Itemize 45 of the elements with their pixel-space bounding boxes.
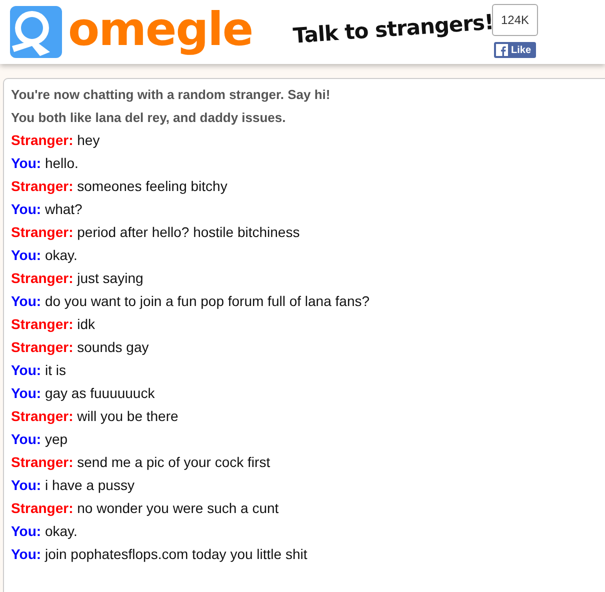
message-text: send me a pic of your cock first [77, 454, 270, 470]
message-text: hello. [44, 155, 78, 171]
you-label: You: [11, 155, 42, 171]
stranger-label: Stranger: [11, 224, 74, 240]
you-label: You: [11, 523, 42, 539]
message-text: what? [44, 201, 82, 217]
stranger-label: Stranger: [11, 270, 74, 286]
message-text: okay. [44, 247, 78, 263]
message-text: gay as fuuuuuuck [44, 385, 155, 401]
message-text: do you want to join a fun pop forum full of lana fans? [44, 293, 370, 309]
stranger-label: Stranger: [11, 408, 74, 424]
stranger-label: Stranger: [11, 132, 74, 148]
message-text: sounds gay [77, 339, 149, 355]
message-text: it is [44, 362, 66, 378]
message-text: someones feeling bitchy [77, 178, 228, 194]
you-label: You: [11, 362, 42, 378]
stranger-label: Stranger: [11, 178, 74, 194]
facebook-icon [496, 44, 508, 56]
chat-bubble-icon [10, 6, 62, 58]
like-count: 124K [492, 4, 538, 36]
stranger-label: Stranger: [11, 500, 74, 516]
stranger-label: Stranger: [11, 316, 74, 332]
message-text: idk [77, 316, 96, 332]
tagline: Talk to strangers! [292, 10, 494, 48]
status-notice: You're now chatting with a random stranger. Say hi! [11, 86, 332, 104]
message-text: no wonder you were such a cunt [77, 500, 279, 516]
you-label: You: [11, 201, 42, 217]
message-text: period after hello? hostile bitchiness [77, 224, 300, 240]
message-text: just saying [77, 270, 144, 286]
message-text: will you be there [77, 408, 178, 424]
stranger-label: Stranger: [11, 339, 74, 355]
message-text: yep [44, 431, 68, 447]
you-label: You: [11, 247, 42, 263]
you-label: You: [11, 546, 42, 562]
message-text: hey [77, 132, 100, 148]
you-label: You: [11, 477, 42, 493]
status-notice: You both like lana del rey, and daddy issues. [11, 109, 287, 127]
message-text: i have a pussy [44, 477, 134, 493]
you-label: You: [11, 385, 42, 401]
like-button[interactable]: Like [494, 42, 536, 58]
stranger-label: Stranger: [11, 454, 74, 470]
you-label: You: [11, 431, 42, 447]
message-text: join pophatesflops.com today you little shit [44, 546, 308, 562]
message-text: okay. [44, 523, 78, 539]
you-label: You: [11, 293, 42, 309]
